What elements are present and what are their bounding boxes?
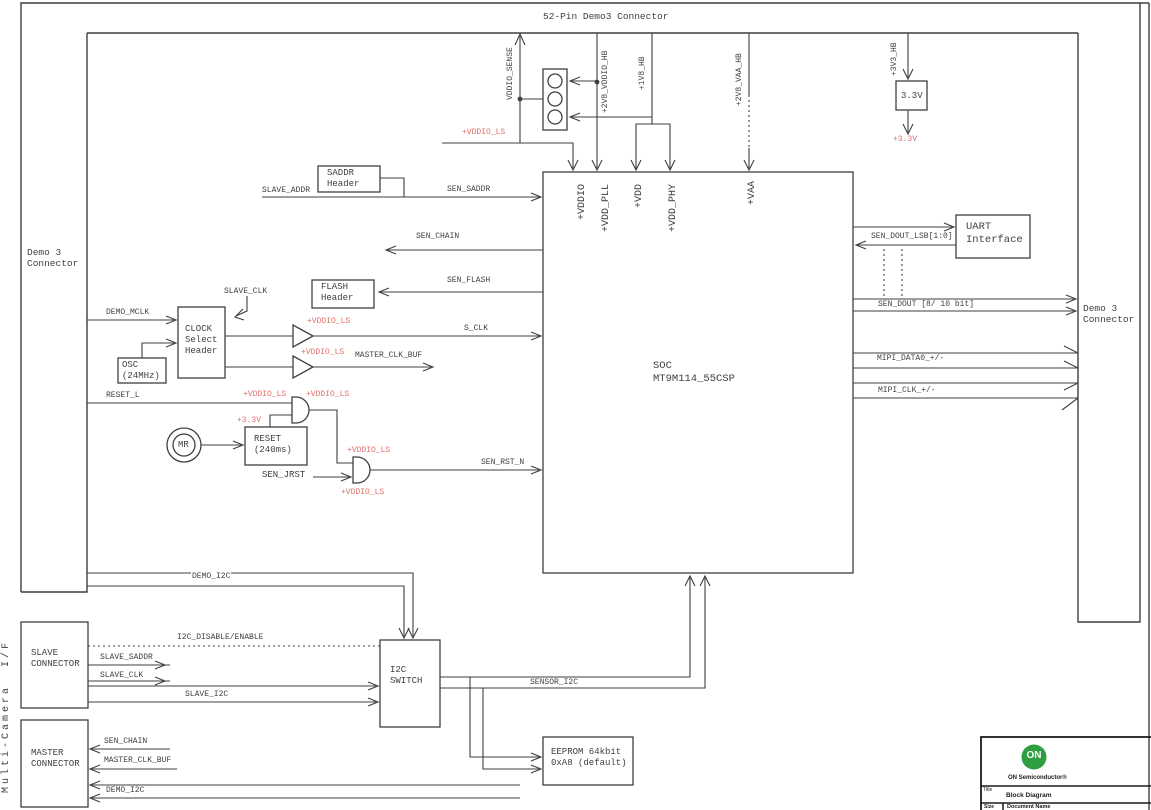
vddio-ls-label-4: +VDDIO_LS [243,390,286,399]
eeprom-label: EEPROM 64kbit 0xA8 (default) [551,747,627,769]
multi-camera-if-label: Multi-Camera I/F [1,640,12,793]
demo-mclk-label: DEMO_MCLK [106,308,149,317]
vddio-ls-wire [442,143,573,168]
uart-label: UART Interface [966,221,1023,247]
sen-saddr-label: SEN_SADDR [447,185,490,194]
on-logo-text: ON [1022,750,1046,761]
sen-flash-label: SEN_FLASH [447,276,490,285]
sen-rst-n-label: SEN_RST_N [481,458,524,467]
sen-jrst-label: SEN_JRST [262,470,305,480]
slave-i2c-label: SLAVE_I2C [184,690,229,699]
jumper-pin-1 [548,74,562,88]
pin-vdd-phy-label: +VDD_PHY [668,184,679,232]
slave-clk-wire [236,296,247,316]
sen-dout-lsb-label: SEN_DOUT_LSB[1:0] [871,232,953,241]
osc-label: OSC (24MHz) [122,360,160,382]
schematic-geometry [0,0,1151,810]
demo-i2c-wires [87,573,413,636]
v1v8-wire [571,33,670,170]
pin-vaa-label: +VAA [747,181,758,205]
clk-buffer-1 [293,325,313,347]
v2v8-vddio-hb-label: +2V8_VDDIO_HB [601,51,610,113]
flash-header-label: FLASH Header [321,282,353,304]
vddio-sense-label: VDDIO_SENSE [506,47,515,100]
v2v8-vddio-wire [570,33,597,168]
vddio-ls-label-2: +VDDIO_LS [307,317,350,326]
slave-clk-label-top: SLAVE_CLK [224,287,267,296]
slave-clk-label-bot: SLAVE_CLK [100,671,143,680]
slave-saddr-label: SLAVE_SADDR [100,653,153,662]
p3v3-label-2: +3.3V [893,135,917,144]
slave-addr-label: SLAVE_ADDR [262,186,310,195]
vddio-ls-label-3: +VDDIO_LS [301,348,344,357]
document-name-label: Document Name [1007,804,1050,810]
sen-dout-label: SEN_DOUT [8/ 10 bit] [877,300,975,309]
vddio-ls-label-1: +VDDIO_LS [462,128,505,137]
reset-gate-1 [292,397,309,423]
demo-i2c-stubs [92,785,520,798]
p3v3-label-1: +3.3V [237,416,261,425]
clk-buffer-2 [293,356,313,378]
sensor-i2c-wires [440,577,705,688]
vddio-ls-label-6: +VDDIO_LS [347,446,390,455]
title-field-label: Title [983,787,992,793]
v3v3-hb-label: +3V3_HB [890,42,899,76]
reset-l-label: RESET_L [106,391,140,400]
gate1-out-wire [308,410,353,463]
slave-connector-label: SLAVE CONNECTOR [31,648,80,670]
slave-i2c-wires [88,686,376,702]
saddr-header-label: SADDR Header [327,168,359,190]
soc-label: SOC MT9M114_55CSP [653,360,735,386]
master-clk-buf-label-top: MASTER_CLK_BUF [355,351,422,360]
component-boxes [21,69,1030,807]
title-block [981,737,1151,810]
s-clk-label: S_CLK [464,324,488,333]
sen-dout-lsb-drops [884,249,902,297]
sen-chain-label-top: SEN_CHAIN [416,232,459,241]
demo-i2c-label-bot: DEMO_I2C [105,786,145,795]
drawing-title: Block Diagram [1006,792,1052,799]
vddio-ls-label-5: +VDDIO_LS [306,390,349,399]
i2c-switch-label: I2C SWITCH [390,665,422,687]
mipi-clk-label: MIPI_CLK_+/- [877,386,937,395]
sen-chain-label-bot: SEN_CHAIN [104,737,147,746]
clock-select-label: CLOCK Select Header [185,324,217,357]
v2v8-vaa-hb-label: +2V8_VAA_HB [735,53,744,106]
reset-label: RESET (240ms) [254,434,292,456]
eeprom-wires [470,677,539,769]
frame-left-bar [21,33,87,592]
sensor-i2c-label: SENSOR_I2C [529,678,579,687]
reset-gate-2 [353,457,370,483]
master-connector-label: MASTER CONNECTOR [31,748,80,770]
company-name: ON Semiconductor® [1008,775,1067,781]
reg33-label: 3.3V [901,91,923,102]
title-block-border [981,737,1151,810]
right-connector-label: Demo 3 Connector [1083,303,1134,325]
mipi-data0-label: MIPI_DATA0_+/- [876,354,945,363]
demo-i2c-label-top: DEMO_I2C [191,572,231,581]
pin-vdd-pll-label: +VDD_PLL [601,184,612,232]
v1v8-hb-label: +1V8_HB [638,56,647,90]
reset-out-wire [270,415,292,427]
left-connector-label: Demo 3 Connector [27,247,78,269]
jumper-pin-3 [548,110,562,124]
schematic-page: 52-Pin Demo3 Connector Demo 3 Connector … [0,0,1151,810]
jumper-pin-2 [548,92,562,106]
size-field-label: Size [984,804,994,810]
vddio-ls-label-7: +VDDIO_LS [341,488,384,497]
mr-label: MR [178,440,189,451]
master-clk-buf-label-bot: MASTER_CLK_BUF [104,756,171,765]
connector-title: 52-Pin Demo3 Connector [543,11,668,22]
pin-vdd-label: +VDD [634,184,645,208]
i2c-disable-label: I2C_DISABLE/ENABLE [177,633,263,642]
pin-vddio-label: +VDDIO [577,184,588,220]
